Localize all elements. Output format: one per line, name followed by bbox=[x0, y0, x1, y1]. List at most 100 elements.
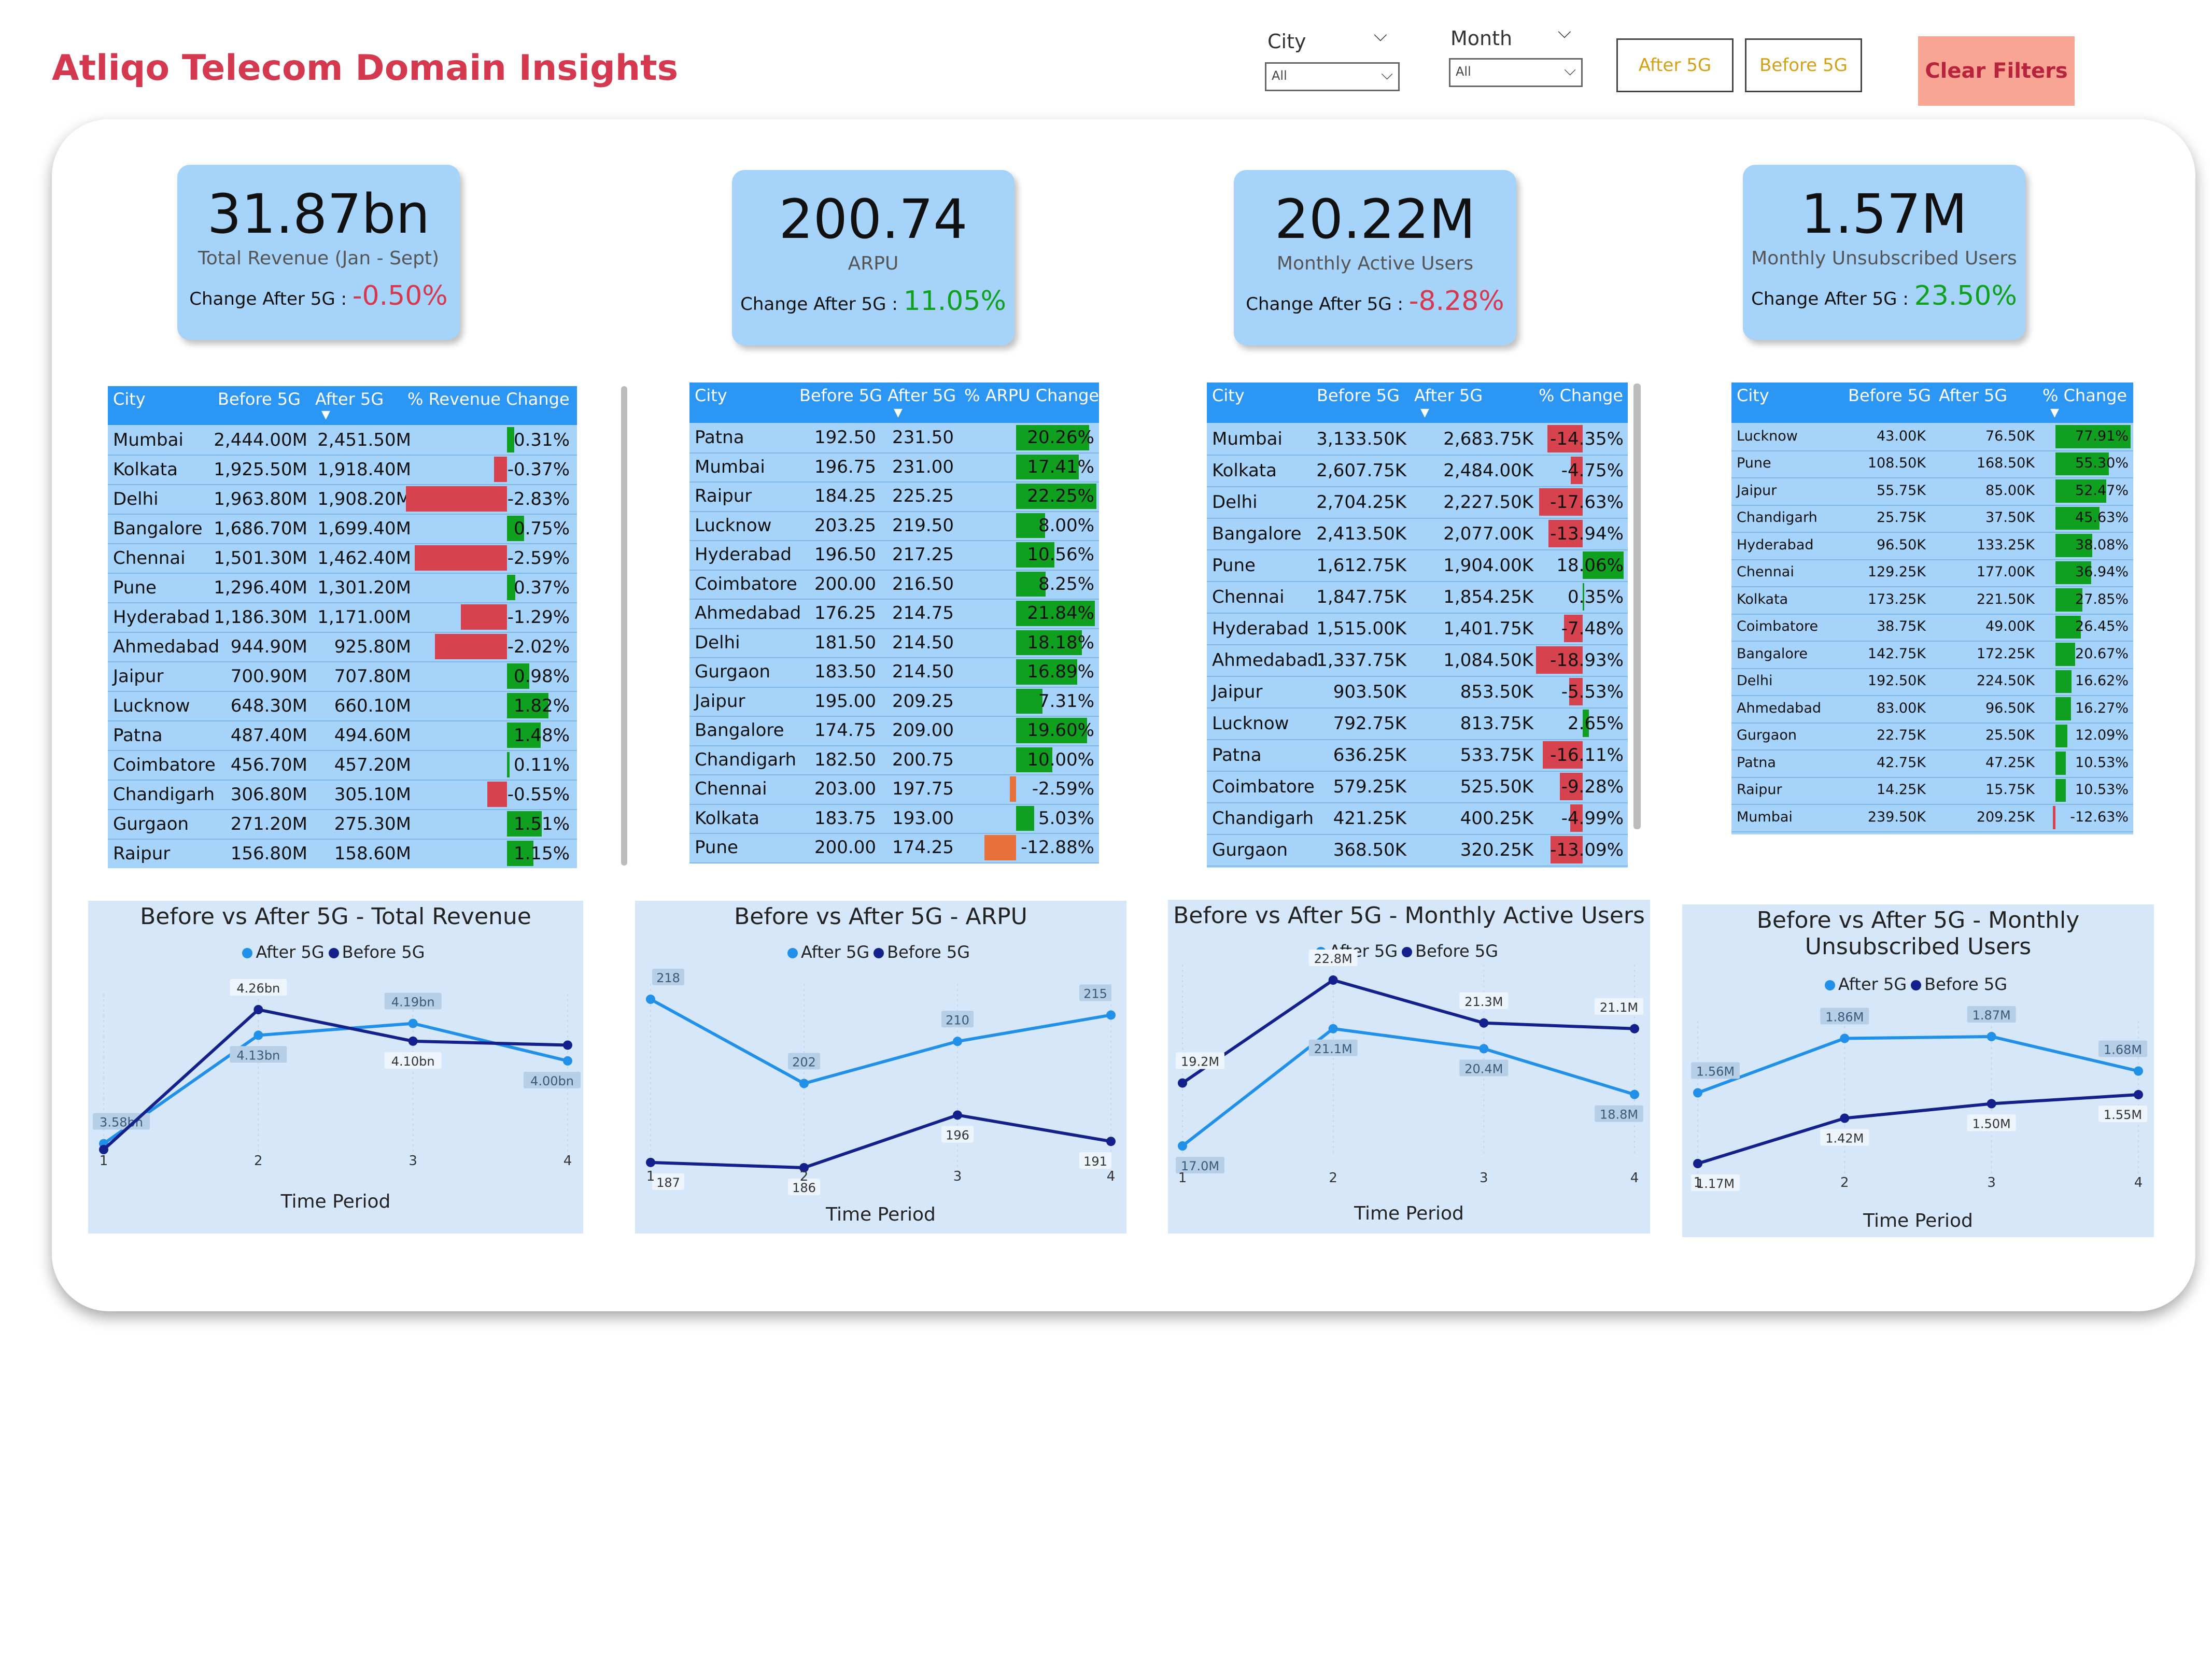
clear-filters-button[interactable]: Clear Filters bbox=[1918, 36, 2075, 106]
table-row[interactable]: Ahmedabad 176.25 214.75 21.84% bbox=[689, 599, 1099, 629]
data-point[interactable] bbox=[2134, 1066, 2143, 1076]
table-row[interactable]: Chandigarh 421.25K 400.25K -4.99% bbox=[1207, 802, 1628, 835]
after-5g-button[interactable]: After 5G bbox=[1616, 38, 1734, 92]
table-row[interactable]: Chennai 1,501.30M 1,462.40M -2.59% bbox=[108, 543, 577, 574]
table-row[interactable]: Gurgaon 368.50K 320.25K -13.09% bbox=[1207, 834, 1628, 867]
column-header[interactable]: City bbox=[113, 389, 146, 409]
column-header[interactable]: City bbox=[1737, 386, 1769, 405]
column-header[interactable]: After 5G bbox=[1414, 386, 1483, 405]
data-point[interactable] bbox=[1630, 1089, 1639, 1099]
data-point[interactable] bbox=[1106, 1010, 1116, 1020]
table-row[interactable]: Delhi 2,704.25K 2,227.50K -17.63% bbox=[1207, 486, 1628, 519]
sort-descending-icon[interactable]: ▼ bbox=[1420, 406, 1429, 419]
table-row[interactable]: Hyderabad 96.50K 133.25K 38.08% bbox=[1731, 532, 2133, 560]
data-point[interactable] bbox=[408, 1036, 418, 1046]
table-row[interactable]: Kolkata 183.75 193.00 5.03% bbox=[689, 804, 1099, 834]
data-point[interactable] bbox=[1840, 1033, 1850, 1043]
table-row[interactable]: Lucknow 792.75K 813.75K 2.65% bbox=[1207, 707, 1628, 740]
sort-descending-icon[interactable]: ▼ bbox=[321, 408, 330, 421]
table-row[interactable]: Kolkata 173.25K 221.50K 27.85% bbox=[1731, 586, 2133, 615]
table-row[interactable]: Hyderabad 196.50 217.25 10.56% bbox=[689, 540, 1099, 571]
table-row[interactable]: Delhi 1,963.80M 1,908.20M -2.83% bbox=[108, 484, 577, 515]
column-header[interactable]: After 5G bbox=[315, 389, 384, 409]
data-point[interactable] bbox=[1106, 1137, 1116, 1146]
table-row[interactable]: Ahmedabad 944.90M 925.80M -2.02% bbox=[108, 632, 577, 662]
table-row[interactable]: Ahmedabad 83.00K 96.50K 16.27% bbox=[1731, 695, 2133, 724]
table-row[interactable]: Chandigarh 182.50 200.75 10.00% bbox=[689, 745, 1099, 775]
table-row[interactable]: Chandigarh 306.80M 305.10M -0.55% bbox=[108, 780, 577, 810]
city-chevron-icon[interactable]: ⌵ bbox=[1374, 25, 1387, 46]
table-row[interactable]: Bangalore 174.75 209.00 19.60% bbox=[689, 716, 1099, 746]
data-point[interactable] bbox=[253, 1005, 263, 1014]
table-row[interactable]: Patna 192.50 231.50 20.26% bbox=[689, 423, 1099, 454]
column-header[interactable]: % Change bbox=[2042, 386, 2127, 405]
data-point[interactable] bbox=[563, 1056, 572, 1066]
table-row[interactable]: Raipur 156.80M 158.60M 1.15% bbox=[108, 839, 577, 868]
before-5g-button[interactable]: Before 5G bbox=[1745, 38, 1862, 92]
column-header[interactable]: % ARPU Change bbox=[964, 386, 1099, 405]
data-point[interactable] bbox=[1693, 1088, 1702, 1098]
table-row[interactable]: Pune 1,612.75K 1,904.00K 18.06% bbox=[1207, 549, 1628, 582]
data-point[interactable] bbox=[1479, 1018, 1489, 1028]
data-point[interactable] bbox=[563, 1040, 572, 1050]
revenue-table-scrollbar[interactable] bbox=[621, 386, 627, 866]
table-row[interactable]: Coimbatore 38.75K 49.00K 26.45% bbox=[1731, 614, 2133, 642]
table-row[interactable]: Mumbai 196.75 231.00 17.41% bbox=[689, 452, 1099, 483]
data-point[interactable] bbox=[253, 1030, 263, 1040]
table-row[interactable]: Mumbai 2,444.00M 2,451.50M 0.31% bbox=[108, 425, 577, 456]
table-row[interactable]: Gurgaon 22.75K 25.50K 12.09% bbox=[1731, 722, 2133, 750]
table-row[interactable]: Pune 200.00 174.25 -12.88% bbox=[689, 833, 1099, 863]
data-point[interactable] bbox=[1178, 1078, 1187, 1088]
column-header[interactable]: Before 5G bbox=[1317, 386, 1400, 405]
table-row[interactable]: Coimbatore 200.00 216.50 8.25% bbox=[689, 570, 1099, 600]
data-point[interactable] bbox=[1693, 1159, 1702, 1168]
column-header[interactable]: % Change bbox=[1539, 386, 1623, 405]
sort-descending-icon[interactable]: ▼ bbox=[2050, 406, 2059, 419]
city-dropdown[interactable]: All ⌵ bbox=[1265, 62, 1400, 91]
table-row[interactable]: Kolkata 1,925.50M 1,918.40M -0.37% bbox=[108, 455, 577, 485]
table-row[interactable]: Jaipur 55.75K 85.00K 52.47% bbox=[1731, 477, 2133, 506]
table-row[interactable]: Bangalore 142.75K 172.25K 20.67% bbox=[1731, 641, 2133, 669]
data-point[interactable] bbox=[1986, 1099, 1996, 1109]
data-point[interactable] bbox=[646, 1157, 655, 1167]
data-point[interactable] bbox=[646, 995, 655, 1004]
table-row[interactable]: Kolkata 2,607.75K 2,484.00K -4.75% bbox=[1207, 455, 1628, 487]
table-row[interactable]: Pune 1,296.40M 1,301.20M 0.37% bbox=[108, 573, 577, 603]
table-row[interactable]: Hyderabad 1,515.00K 1,401.75K -7.48% bbox=[1207, 613, 1628, 645]
month-dropdown[interactable]: All ⌵ bbox=[1449, 58, 1583, 87]
data-point[interactable] bbox=[1840, 1113, 1850, 1123]
table-row[interactable]: Jaipur 903.50K 853.50K -5.53% bbox=[1207, 676, 1628, 709]
data-point[interactable] bbox=[1479, 1044, 1489, 1054]
data-point[interactable] bbox=[1178, 1141, 1187, 1151]
data-point[interactable] bbox=[953, 1110, 962, 1120]
column-header[interactable]: City bbox=[1212, 386, 1245, 405]
table-row[interactable]: Lucknow 648.30M 660.10M 1.82% bbox=[108, 691, 577, 721]
table-row[interactable]: Bangalore 1,686.70M 1,699.40M 0.75% bbox=[108, 514, 577, 544]
column-header[interactable]: After 5G bbox=[887, 386, 956, 405]
table-row[interactable]: Delhi 181.50 214.50 18.18% bbox=[689, 628, 1099, 658]
table-row[interactable]: Jaipur 700.90M 707.80M 0.98% bbox=[108, 661, 577, 692]
table-row[interactable]: Lucknow 43.00K 76.50K 77.91% bbox=[1731, 423, 2133, 451]
table-row[interactable]: Chandigarh 25.75K 37.50K 45.63% bbox=[1731, 505, 2133, 533]
table-row[interactable]: Lucknow 203.25 219.50 8.00% bbox=[689, 511, 1099, 541]
column-header[interactable]: Before 5G bbox=[799, 386, 882, 405]
data-point[interactable] bbox=[1986, 1032, 1996, 1041]
table-row[interactable]: Mumbai 3,133.50K 2,683.75K -14.35% bbox=[1207, 423, 1628, 456]
table-row[interactable]: Hyderabad 1,186.30M 1,171.00M -1.29% bbox=[108, 602, 577, 633]
data-point[interactable] bbox=[1328, 975, 1338, 985]
data-point[interactable] bbox=[953, 1037, 962, 1046]
table-row[interactable]: Gurgaon 183.50 214.50 16.89% bbox=[689, 657, 1099, 688]
table-row[interactable]: Patna 487.40M 494.60M 1.48% bbox=[108, 720, 577, 751]
table-row[interactable]: Gurgaon 271.20M 275.30M 1.51% bbox=[108, 809, 577, 840]
data-point[interactable] bbox=[799, 1079, 809, 1088]
table-row[interactable]: Chennai 129.25K 177.00K 36.94% bbox=[1731, 559, 2133, 587]
table-row[interactable]: Ahmedabad 1,337.75K 1,084.50K -18.93% bbox=[1207, 644, 1628, 677]
table-row[interactable]: Bangalore 2,413.50K 2,077.00K -13.94% bbox=[1207, 518, 1628, 550]
table-row[interactable]: Raipur 184.25 225.25 22.25% bbox=[689, 481, 1099, 512]
table-row[interactable]: Raipur 14.25K 15.75K 10.53% bbox=[1731, 777, 2133, 805]
column-header[interactable]: % Revenue Change bbox=[407, 389, 570, 409]
month-chevron-icon[interactable]: ⌵ bbox=[1558, 22, 1571, 42]
column-header[interactable]: Before 5G bbox=[1848, 386, 1931, 405]
data-point[interactable] bbox=[1328, 1024, 1338, 1033]
table-row[interactable]: Mumbai 239.50K 209.25K -12.63% bbox=[1731, 804, 2133, 832]
